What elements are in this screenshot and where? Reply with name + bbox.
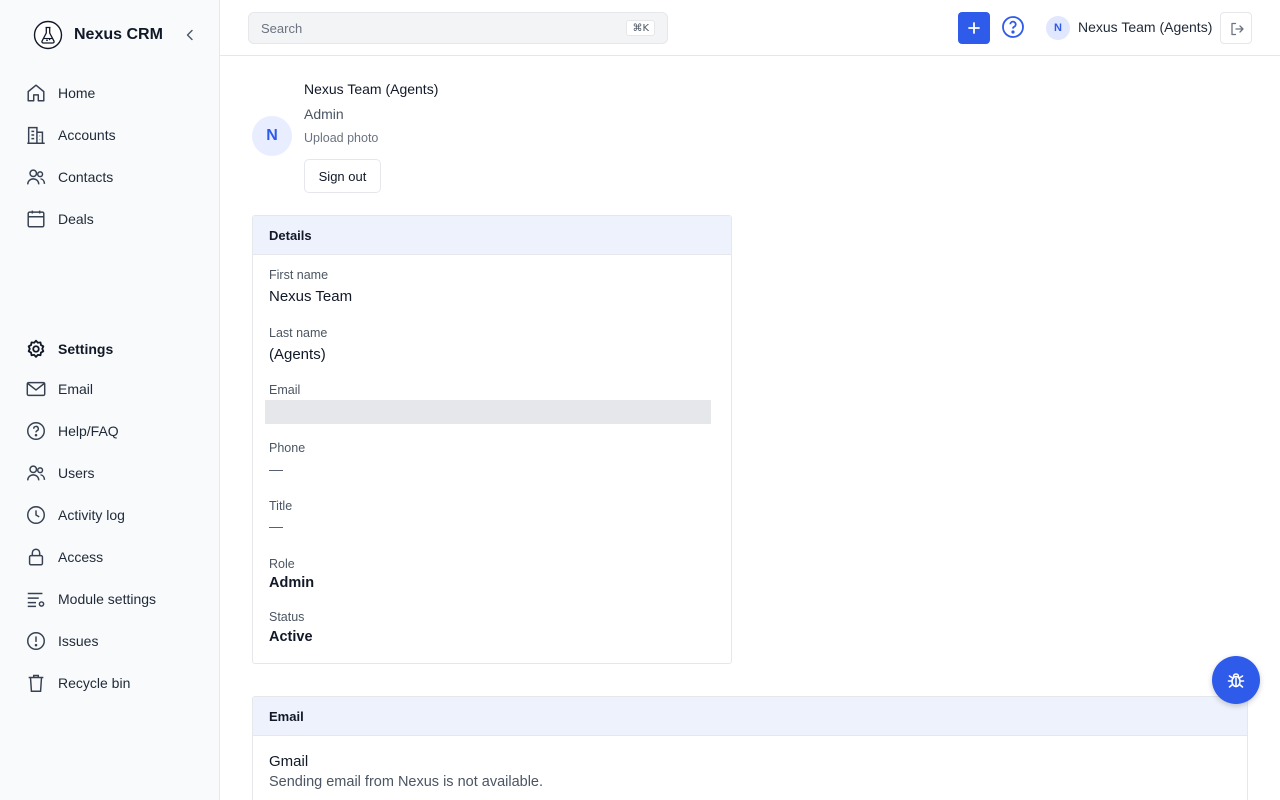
logout-icon bbox=[1231, 22, 1244, 36]
role-label: Role bbox=[269, 557, 295, 571]
sidebar-item-deals[interactable]: Deals bbox=[14, 202, 206, 236]
title-label: Title bbox=[269, 499, 293, 513]
sidebar-item-label: Activity log bbox=[58, 507, 125, 523]
sidebar-item-module-settings[interactable]: Module settings bbox=[14, 582, 206, 616]
last-name-value: (Agents) bbox=[269, 346, 326, 363]
role-value: Admin bbox=[269, 575, 315, 591]
gmail-description: Sending email from Nexus is not availabl… bbox=[269, 774, 544, 790]
calendar-icon bbox=[27, 210, 45, 228]
sidebar-item-users[interactable]: Users bbox=[14, 456, 206, 490]
sidebar-item-label: Access bbox=[58, 549, 104, 565]
profile-role: Admin bbox=[304, 106, 344, 122]
brand[interactable]: Nexus CRM bbox=[33, 20, 163, 50]
phone-label: Phone bbox=[269, 441, 306, 455]
email-card: Email Gmail Sending email from Nexus is … bbox=[252, 696, 1248, 800]
sidebar-item-accounts[interactable]: Accounts bbox=[14, 118, 206, 152]
details-card-title: Details bbox=[253, 216, 731, 255]
search-shortcut: ⌘K bbox=[626, 20, 655, 36]
sidebar-item-issues[interactable]: Issues bbox=[14, 624, 206, 658]
sidebar-item-label: Recycle bin bbox=[58, 675, 131, 691]
sidebar-item-label: Email bbox=[58, 381, 94, 397]
sidebar-item-email[interactable]: Email bbox=[14, 372, 206, 406]
add-button[interactable] bbox=[958, 12, 990, 44]
list-settings-icon bbox=[27, 592, 45, 608]
users-icon bbox=[27, 465, 46, 481]
gmail-title: Gmail bbox=[269, 753, 309, 770]
status-value: Active bbox=[269, 629, 313, 645]
home-icon bbox=[27, 84, 45, 102]
logout-button[interactable] bbox=[1220, 12, 1252, 44]
sidebar-item-recycle-bin[interactable]: Recycle bin bbox=[14, 666, 206, 700]
email-label: Email bbox=[269, 383, 301, 397]
sidebar-item-help-faq[interactable]: Help/FAQ bbox=[14, 414, 206, 448]
sidebar-item-label: Help/FAQ bbox=[58, 423, 119, 439]
flask-logo-icon bbox=[33, 20, 63, 50]
sidebar-item-label: Home bbox=[58, 85, 96, 101]
sidebar-item-settings[interactable]: Settings bbox=[14, 332, 206, 366]
building-icon bbox=[27, 126, 45, 144]
top-bar: ⌘K N Nexus Team (Agents) bbox=[220, 0, 1280, 56]
mail-icon bbox=[26, 381, 46, 397]
details-card: Details First name Nexus Team Last name … bbox=[252, 215, 732, 664]
trash-icon bbox=[28, 674, 44, 692]
settings-icon bbox=[27, 339, 45, 358]
chevron-left-icon[interactable] bbox=[182, 27, 198, 43]
plus-icon bbox=[968, 22, 980, 34]
title-value: — bbox=[269, 518, 283, 534]
first-name-value: Nexus Team bbox=[269, 288, 353, 305]
sidebar-item-label: Settings bbox=[58, 341, 114, 357]
sidebar-item-activity-log[interactable]: Activity log bbox=[14, 498, 206, 532]
bug-report-button[interactable] bbox=[1212, 656, 1260, 704]
lock-icon bbox=[28, 548, 44, 566]
sidebar-item-label: Module settings bbox=[58, 591, 157, 607]
alert-icon bbox=[27, 632, 45, 650]
search-input[interactable] bbox=[249, 13, 609, 43]
users-icon bbox=[27, 169, 46, 185]
email-value-redacted bbox=[265, 400, 711, 424]
sidebar-item-label: Contacts bbox=[58, 169, 114, 185]
email-card-title: Email bbox=[253, 697, 1247, 736]
user-avatar[interactable]: N bbox=[1046, 16, 1070, 40]
help-icon bbox=[27, 422, 45, 440]
status-label: Status bbox=[269, 610, 305, 624]
profile-name: Nexus Team (Agents) bbox=[304, 81, 439, 97]
upload-photo-link[interactable]: Upload photo bbox=[304, 131, 378, 145]
sidebar-item-home[interactable]: Home bbox=[14, 76, 206, 110]
profile-avatar: N bbox=[252, 116, 292, 156]
sign-out-button[interactable]: Sign out bbox=[304, 159, 381, 193]
search-box[interactable]: ⌘K bbox=[248, 12, 668, 44]
app-name: Nexus CRM bbox=[74, 26, 163, 43]
user-name[interactable]: Nexus Team (Agents) bbox=[1078, 19, 1212, 35]
help-icon[interactable] bbox=[1001, 15, 1025, 39]
sidebar: Nexus CRM Home Accounts Contacts Deals S… bbox=[0, 0, 220, 800]
first-name-label: First name bbox=[269, 268, 329, 282]
clock-icon bbox=[27, 506, 45, 524]
last-name-label: Last name bbox=[269, 326, 328, 340]
sidebar-item-label: Users bbox=[58, 465, 95, 481]
sidebar-item-access[interactable]: Access bbox=[14, 540, 206, 574]
sidebar-item-label: Accounts bbox=[58, 127, 116, 143]
bug-icon bbox=[1227, 673, 1245, 688]
sidebar-item-contacts[interactable]: Contacts bbox=[14, 160, 206, 194]
sidebar-item-label: Issues bbox=[58, 633, 99, 649]
phone-value: — bbox=[269, 461, 283, 477]
sidebar-item-label: Deals bbox=[58, 211, 94, 227]
